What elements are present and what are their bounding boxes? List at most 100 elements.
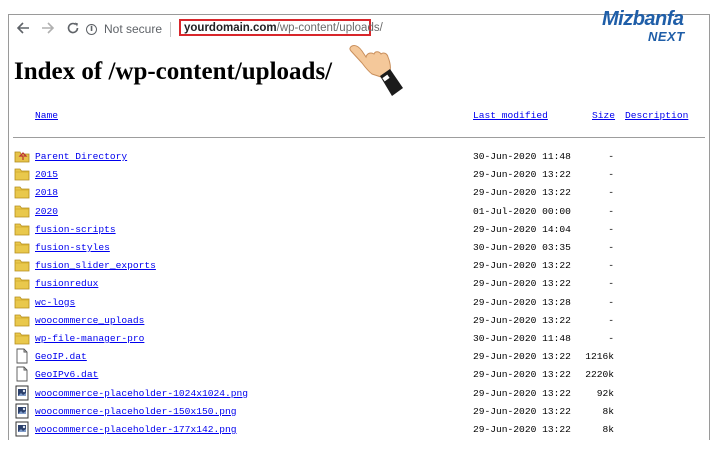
table-row: GeoIP.dat 29-Jun-2020 13:22 1216k [0, 348, 718, 369]
table-row: fusion-styles 30-Jun-2020 03:35 - [0, 239, 718, 260]
address-domain: yourdomain.com [184, 21, 277, 34]
entry-size: 92k [596, 387, 614, 399]
reload-icon[interactable] [63, 18, 83, 38]
entry-last-modified: 29-Jun-2020 13:22 [473, 387, 571, 399]
folder-icon [14, 203, 30, 219]
entry-name-link[interactable]: 2020 [35, 206, 58, 217]
table-row: woocommerce-placeholder-1024x1024.png 29-… [0, 385, 718, 406]
entry-name-link[interactable]: GeoIP.dat [35, 351, 87, 362]
image-file-icon [14, 403, 30, 419]
folder-icon [14, 184, 30, 200]
entry-last-modified: 29-Jun-2020 13:22 [473, 369, 571, 381]
entry-last-modified: 29-Jun-2020 14:04 [473, 223, 571, 235]
column-header-name[interactable]: Name [35, 110, 58, 121]
bottom-margin [0, 440, 718, 451]
entry-name-link[interactable]: woocommerce_uploads [35, 315, 144, 326]
entry-size: 1216k [585, 351, 614, 363]
folder-icon [14, 275, 30, 291]
forward-arrow-icon[interactable] [38, 18, 58, 38]
table-row: fusion_slider_exports 29-Jun-2020 13:22 - [0, 257, 718, 278]
entry-size: - [608, 151, 614, 162]
image-file-icon [14, 385, 30, 401]
header-divider [13, 137, 705, 138]
entry-name-link[interactable]: wp-file-manager-pro [35, 333, 144, 344]
entry-name-link[interactable]: woocommerce-placeholder-177x142.png [35, 424, 237, 435]
entry-last-modified: 30-Jun-2020 11:48 [473, 333, 571, 344]
table-row: 2018 29-Jun-2020 13:22 - [0, 184, 718, 205]
entry-name-link[interactable]: GeoIPv6.dat [35, 369, 98, 380]
entry-last-modified: 29-Jun-2020 13:22 [473, 314, 571, 326]
entry-size: - [608, 296, 614, 308]
table-row: fusion-scripts 29-Jun-2020 14:04 - [0, 221, 718, 242]
security-indicator[interactable]: i Not secure [86, 20, 172, 38]
entry-size: - [608, 205, 614, 217]
folder-icon [14, 166, 30, 182]
table-row: 2020 01-Jul-2020 00:00 - [0, 203, 718, 224]
entry-size: - [608, 278, 614, 290]
table-row: GeoIPv6.dat 29-Jun-2020 13:22 2220k [0, 366, 718, 387]
entry-size: 2220k [585, 369, 614, 381]
folder-icon [14, 312, 30, 328]
info-icon: i [86, 23, 97, 35]
pointing-hand-icon [349, 45, 403, 96]
entry-last-modified: 29-Jun-2020 13:22 [473, 260, 571, 272]
logo-main-text: Mizbanfa [602, 8, 684, 30]
entry-size: - [608, 333, 614, 344]
folder-icon [14, 294, 30, 310]
entry-last-modified: 29-Jun-2020 13:22 [473, 405, 571, 417]
image-file-icon [14, 421, 30, 437]
table-row: woocommerce-placeholder-150x150.png 29-Ju… [0, 403, 718, 424]
entry-name-link[interactable]: 2015 [35, 169, 58, 180]
table-row: wc-logs 29-Jun-2020 13:28 - [0, 294, 718, 315]
entry-name-link[interactable]: Parent Directory [35, 151, 127, 162]
secure-label: Not secure [104, 22, 163, 36]
entry-name-link[interactable]: fusion-scripts [35, 224, 116, 235]
address-bar[interactable]: yourdomain.com /wp-content/uploads/ [179, 19, 383, 36]
table-row: fusionredux 29-Jun-2020 13:22 - [0, 275, 718, 296]
file-icon [14, 348, 30, 364]
back-arrow-icon[interactable] [13, 18, 33, 38]
parent-directory-icon [14, 148, 30, 164]
column-header-last-modified[interactable]: Last modified [473, 110, 548, 121]
table-row: wp-file-manager-pro 30-Jun-2020 11:48 - [0, 330, 718, 351]
entry-last-modified: 29-Jun-2020 13:22 [473, 169, 571, 181]
address-divider [170, 21, 172, 37]
mizbanfa-logo: Mizbanfa NEXT [602, 8, 708, 52]
file-icon [14, 366, 30, 382]
page-title: Index of /wp-content/uploads/ [14, 58, 333, 85]
folder-icon [14, 330, 30, 346]
table-row: 2015 29-Jun-2020 13:22 - [0, 166, 718, 187]
folder-icon [14, 239, 30, 255]
entry-size: - [608, 223, 614, 235]
entry-last-modified: 29-Jun-2020 13:28 [473, 296, 571, 308]
entry-last-modified: 29-Jun-2020 13:22 [473, 278, 571, 290]
column-header-description[interactable]: Description [625, 110, 688, 121]
logo-sub-text: NEXT [648, 29, 685, 44]
entry-name-link[interactable]: 2018 [35, 187, 58, 198]
entry-name-link[interactable]: fusion_slider_exports [35, 260, 156, 271]
entry-size: - [608, 169, 614, 181]
entry-name-link[interactable]: wc-logs [35, 297, 75, 308]
folder-icon [14, 221, 30, 237]
entry-size: - [608, 187, 614, 199]
column-header-size[interactable]: Size [592, 110, 615, 121]
table-row: woocommerce_uploads 29-Jun-2020 13:22 - [0, 312, 718, 333]
address-path: /wp-content/uploads/ [276, 21, 383, 34]
entry-last-modified: 30-Jun-2020 03:35 [473, 242, 571, 253]
entry-last-modified: 29-Jun-2020 13:22 [473, 187, 571, 199]
entry-last-modified: 30-Jun-2020 11:48 [473, 151, 571, 162]
folder-icon [14, 257, 30, 273]
entry-size: - [608, 260, 614, 272]
entry-name-link[interactable]: fusion-styles [35, 242, 110, 253]
entry-size: 8k [602, 405, 614, 417]
entry-name-link[interactable]: woocommerce-placeholder-150x150.png [35, 406, 237, 417]
entry-size: - [608, 314, 614, 326]
table-row: Parent Directory 30-Jun-2020 11:48 - [0, 151, 718, 169]
entry-last-modified: 29-Jun-2020 13:22 [473, 351, 571, 363]
entry-last-modified: 01-Jul-2020 00:00 [473, 205, 571, 217]
entry-size: 8k [602, 424, 614, 435]
entry-name-link[interactable]: fusionredux [35, 278, 98, 289]
entry-size: - [608, 242, 614, 253]
entry-name-link[interactable]: woocommerce-placeholder-1024x1024.png [35, 388, 248, 399]
entry-last-modified: 29-Jun-2020 13:22 [473, 424, 571, 435]
